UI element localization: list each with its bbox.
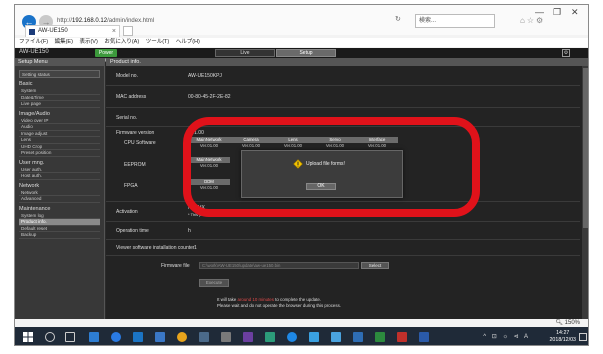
notification-icon[interactable] — [579, 333, 587, 341]
outlook-icon[interactable] — [133, 332, 143, 342]
row-viewer-counter: Viewer software installation counter 1 — [106, 240, 580, 256]
app-icon-8[interactable] — [353, 332, 363, 342]
menu-help[interactable]: ヘルプ(H) — [176, 39, 200, 45]
zoom-level[interactable]: 🔍︎ 150% — [555, 319, 580, 326]
setup-sidebar: Setup Menu Setting status Basic System D… — [15, 58, 105, 319]
gear-icon[interactable]: ⚙ — [562, 49, 570, 57]
menu-favorites[interactable]: お気に入り(A) — [104, 39, 139, 45]
close-icon[interactable]: ✕ — [571, 7, 579, 18]
maximize-icon[interactable]: ❐ — [553, 7, 561, 18]
setting-status-button[interactable]: Setting status — [19, 70, 100, 78]
clock-date: 2018/12/03 — [549, 337, 576, 343]
task-view-icon[interactable] — [65, 332, 75, 342]
setup-menu-title: Setup Menu — [15, 58, 104, 66]
windows-start-icon[interactable] — [23, 332, 33, 342]
app-icon-9[interactable] — [375, 332, 385, 342]
app-icon-5[interactable] — [287, 332, 297, 342]
update-note-line2: Please wait and do not operate the brows… — [217, 303, 341, 308]
url-prefix: http:// — [57, 18, 73, 24]
url-host: 192.168.0.12 — [72, 18, 108, 24]
menu-tools[interactable]: ツール(T) — [146, 39, 170, 45]
select-button[interactable]: Select — [361, 262, 389, 269]
execute-button[interactable]: Execute — [199, 279, 229, 287]
row-operation-time: Operation time h — [106, 222, 580, 240]
scroll-thumb[interactable] — [583, 68, 588, 228]
zoom-icon: 🔍︎ — [555, 320, 563, 326]
app-icon-3[interactable] — [243, 332, 253, 342]
red-highlight-annotation — [183, 117, 480, 217]
clock-time: 14:27 — [556, 330, 570, 336]
tab-live[interactable]: Live — [215, 49, 275, 57]
fpga-label: FPGA — [124, 183, 138, 189]
menu-file[interactable]: ファイル(F) — [19, 39, 48, 45]
viewer-counter-value: 1 — [194, 245, 197, 251]
update-duration: around 10 minutes — [237, 297, 274, 302]
tab-bar: AW-UE150 × — [15, 25, 588, 37]
menu-bar: ファイル(F) 編集(E) 表示(V) お気に入り(A) ツール(T) ヘルプ(… — [15, 38, 588, 47]
row-model-no: Model no. AW-UE150KPJ — [106, 66, 580, 86]
mac-value: 00-80-45-2F-2E-82 — [188, 94, 231, 100]
sidebar-group-network: Network — [19, 182, 40, 189]
firmware-file-label: Firmware file — [161, 263, 190, 269]
new-tab-button[interactable] — [123, 26, 133, 36]
model-no-label: Model no. — [116, 73, 138, 79]
ie-browser-icon[interactable] — [111, 332, 121, 342]
app-header: AW-UE150 Power ON Live Setup ⚙ — [15, 48, 588, 64]
operation-time-label: Operation time — [116, 228, 149, 234]
browser-statusbar: 🔍︎ 150% — [15, 319, 588, 327]
tab-setup[interactable]: Setup — [276, 49, 336, 57]
windows-taskbar: ^ ⊡ ☼ ⊲ A 14:27 2018/12/03 — [15, 327, 588, 345]
app-icon-2[interactable] — [221, 332, 231, 342]
cpu-software-label: CPU Software — [124, 140, 156, 146]
sidebar-group-user-mng: User mng. — [19, 159, 45, 166]
power-badge[interactable]: Power ON — [95, 49, 117, 64]
favicon-icon — [29, 29, 35, 35]
refresh-icon[interactable]: ↻ — [395, 15, 401, 23]
chrome-icon[interactable] — [177, 332, 187, 342]
menu-view[interactable]: 表示(V) — [79, 39, 97, 45]
activation-label: Activation — [116, 209, 138, 215]
menu-edit[interactable]: 編集(E) — [55, 39, 73, 45]
favorites-icons[interactable]: ⌂☆⚙ — [520, 16, 545, 25]
update-note-line1: It will take around 10 minutes to comple… — [217, 297, 322, 302]
app-icon-10[interactable] — [419, 332, 429, 342]
viewer-counter-label: Viewer software installation counter — [116, 245, 195, 251]
browser-tab[interactable]: AW-UE150 × — [25, 25, 120, 37]
acrobat-icon[interactable] — [397, 332, 407, 342]
app-icon-1[interactable] — [199, 332, 209, 342]
taskbar-clock[interactable]: 14:27 2018/12/03 — [549, 330, 576, 344]
operation-time-value: h — [188, 228, 191, 234]
tab-close-icon[interactable]: × — [112, 26, 116, 37]
tab-title: AW-UE150 — [38, 28, 68, 34]
sidebar-group-image-audio: Image/Audio — [19, 110, 50, 117]
mac-label: MAC address — [116, 94, 147, 100]
system-tray[interactable]: ^ ⊡ ☼ ⊲ A — [483, 333, 530, 340]
sidebar-group-basic: Basic — [19, 81, 33, 87]
app-icon-6[interactable] — [309, 332, 319, 342]
sidebar-group-maintenance: Maintenance — [19, 205, 51, 212]
serial-label: Serial no. — [116, 115, 138, 121]
search-icon[interactable] — [45, 332, 55, 342]
content-scrollbar[interactable] — [582, 66, 588, 319]
screenshot-frame: ← → http://192.168.0.12/admin/index.html… — [14, 4, 589, 346]
content-title: Product info. — [106, 58, 588, 66]
firmware-label: Firmware version — [116, 130, 155, 136]
edge-icon[interactable] — [155, 332, 165, 342]
sidebar-item-backup[interactable]: Backup — [19, 232, 100, 239]
firmware-file-input[interactable]: C:\work\AW-UE150\update\aw-ue150.bin — [199, 262, 359, 269]
app-icon-7[interactable] — [331, 332, 341, 342]
app-icon-4[interactable] — [265, 332, 275, 342]
row-mac-address: MAC address 00-80-45-2F-2E-82 — [106, 86, 580, 108]
model-no-value: AW-UE150KPJ — [188, 73, 222, 79]
model-name: AW-UE150 — [19, 49, 49, 55]
url-path: /admin/index.html — [107, 18, 155, 24]
eeprom-label: EEPROM — [124, 162, 146, 168]
file-explorer-icon[interactable] — [89, 332, 99, 342]
